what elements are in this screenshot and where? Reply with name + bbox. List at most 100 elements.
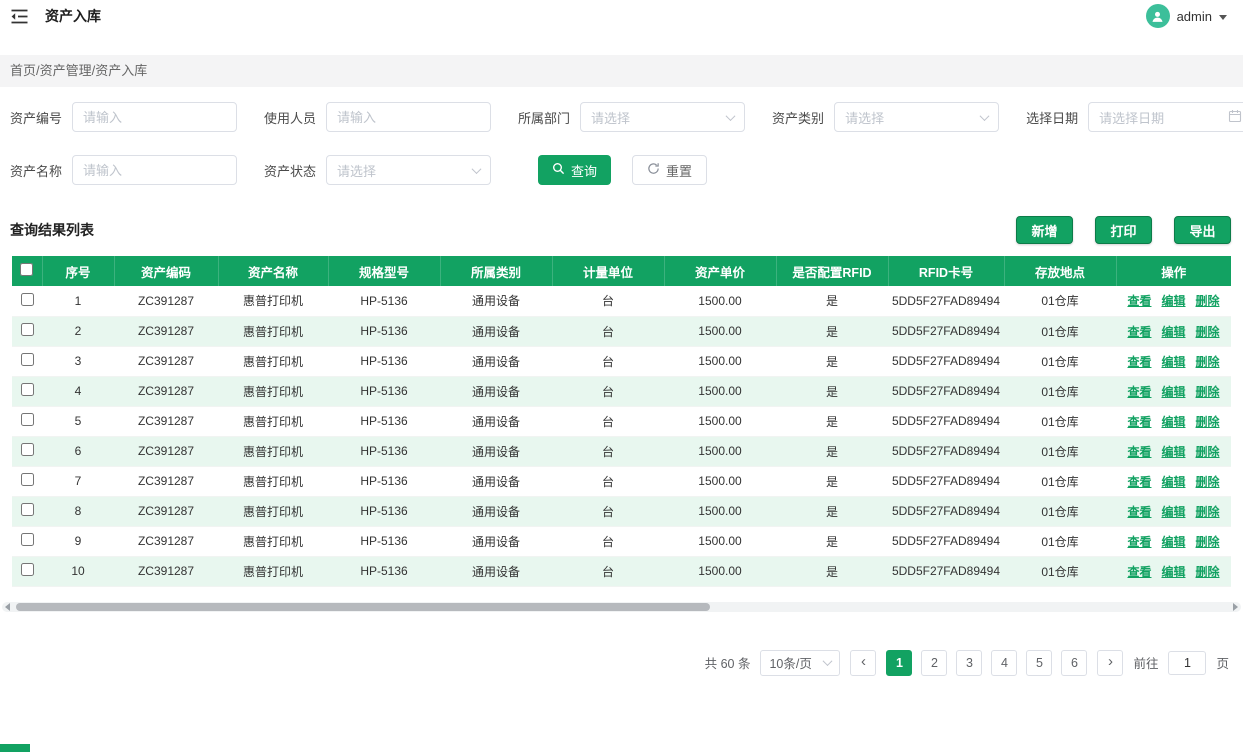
row-action-view[interactable]: 查看 (1127, 445, 1151, 459)
page-button-6[interactable]: 6 (1061, 650, 1087, 676)
scroll-left-icon[interactable] (5, 603, 10, 611)
table-cell: 是 (776, 346, 888, 376)
row-checkbox[interactable] (21, 293, 34, 306)
page-button-1[interactable]: 1 (886, 650, 912, 676)
row-action-view[interactable]: 查看 (1127, 505, 1151, 519)
table-cell: ZC391287 (114, 526, 218, 556)
row-action-edit[interactable]: 编辑 (1161, 445, 1185, 459)
row-action-view[interactable]: 查看 (1127, 535, 1151, 549)
row-checkbox[interactable] (21, 323, 34, 336)
select-all-checkbox[interactable] (20, 263, 33, 276)
row-action-edit[interactable]: 编辑 (1161, 505, 1185, 519)
prev-page-button[interactable]: ‹ (850, 650, 876, 676)
pagination: 共 60 条 10条/页 ‹ 123456 › 前往 页 (14, 650, 1229, 676)
table-cell: HP-5136 (328, 316, 440, 346)
table-cell: 1500.00 (664, 406, 776, 436)
scrollbar-thumb[interactable] (16, 603, 710, 611)
page-button-2[interactable]: 2 (921, 650, 947, 676)
row-action-delete[interactable]: 删除 (1196, 535, 1220, 549)
table-cell: ZC391287 (114, 316, 218, 346)
avatar (1146, 4, 1170, 28)
row-checkbox[interactable] (21, 563, 34, 576)
row-checkbox[interactable] (21, 353, 34, 366)
row-action-delete[interactable]: 删除 (1196, 355, 1220, 369)
row-action-view[interactable]: 查看 (1127, 475, 1151, 489)
row-action-edit[interactable]: 编辑 (1161, 325, 1185, 339)
row-action-view[interactable]: 查看 (1127, 355, 1151, 369)
row-action-view[interactable]: 查看 (1127, 325, 1151, 339)
row-action-edit[interactable]: 编辑 (1161, 475, 1185, 489)
user-input[interactable] (326, 102, 491, 132)
date-picker[interactable]: 请选择日期 (1088, 102, 1243, 132)
row-checkbox-cell (12, 316, 42, 346)
add-button[interactable]: 新增 (1016, 216, 1073, 244)
top-header: 资产入库 admin (0, 0, 1243, 30)
row-checkbox[interactable] (21, 503, 34, 516)
reset-button[interactable]: 重置 (632, 155, 707, 185)
row-action-delete[interactable]: 删除 (1196, 445, 1220, 459)
total-count: 共 60 条 (705, 653, 751, 672)
table-cell: 惠普打印机 (218, 526, 328, 556)
row-checkbox-cell (12, 526, 42, 556)
row-checkbox-cell (12, 436, 42, 466)
table-cell: 台 (552, 526, 664, 556)
column-header: 存放地点 (1004, 256, 1116, 286)
table-cell: 惠普打印机 (218, 436, 328, 466)
page-size-select[interactable]: 10条/页 (760, 650, 840, 676)
scroll-right-icon[interactable] (1233, 603, 1238, 611)
asset-status-select[interactable]: 请选择 (326, 155, 491, 185)
next-page-button[interactable]: › (1097, 650, 1123, 676)
export-button[interactable]: 导出 (1174, 216, 1231, 244)
row-actions-cell: 查看编辑删除 (1116, 496, 1231, 526)
page-button-4[interactable]: 4 (991, 650, 1017, 676)
row-action-view[interactable]: 查看 (1127, 294, 1151, 308)
row-checkbox-cell (12, 406, 42, 436)
table-cell: 是 (776, 406, 888, 436)
row-action-delete[interactable]: 删除 (1196, 415, 1220, 429)
row-action-delete[interactable]: 删除 (1196, 565, 1220, 579)
column-header: 资产名称 (218, 256, 328, 286)
user-menu[interactable]: admin (1146, 4, 1227, 28)
row-action-delete[interactable]: 删除 (1196, 325, 1220, 339)
page-button-5[interactable]: 5 (1026, 650, 1052, 676)
row-action-delete[interactable]: 删除 (1196, 294, 1220, 308)
row-action-delete[interactable]: 删除 (1196, 385, 1220, 399)
table-cell: 5DD5F27FAD89494 (888, 346, 1004, 376)
column-header: 资产编码 (114, 256, 218, 286)
department-select[interactable]: 请选择 (580, 102, 745, 132)
row-checkbox[interactable] (21, 443, 34, 456)
print-button[interactable]: 打印 (1095, 216, 1152, 244)
chevron-down-icon (823, 656, 833, 666)
row-action-edit[interactable]: 编辑 (1161, 294, 1185, 308)
table-cell: 7 (42, 466, 114, 496)
row-action-view[interactable]: 查看 (1127, 415, 1151, 429)
table-cell: 通用设备 (440, 376, 552, 406)
row-action-edit[interactable]: 编辑 (1161, 535, 1185, 549)
row-action-edit[interactable]: 编辑 (1161, 355, 1185, 369)
row-action-edit[interactable]: 编辑 (1161, 385, 1185, 399)
row-action-edit[interactable]: 编辑 (1161, 565, 1185, 579)
asset-category-select[interactable]: 请选择 (834, 102, 999, 132)
table-cell: 惠普打印机 (218, 496, 328, 526)
search-button[interactable]: 查询 (538, 155, 611, 185)
username: admin (1177, 9, 1212, 24)
row-checkbox[interactable] (21, 473, 34, 486)
asset-name-input[interactable] (72, 155, 237, 185)
horizontal-scrollbar[interactable] (2, 602, 1241, 612)
row-action-delete[interactable]: 删除 (1196, 505, 1220, 519)
row-action-view[interactable]: 查看 (1127, 565, 1151, 579)
column-header: RFID卡号 (888, 256, 1004, 286)
row-action-view[interactable]: 查看 (1127, 385, 1151, 399)
goto-page-input[interactable] (1168, 651, 1206, 675)
row-action-edit[interactable]: 编辑 (1161, 415, 1185, 429)
row-checkbox-cell (12, 286, 42, 316)
asset-category-label: 资产类别 (772, 108, 824, 127)
collapse-menu-icon[interactable] (10, 8, 29, 25)
row-checkbox[interactable] (21, 413, 34, 426)
row-checkbox[interactable] (21, 533, 34, 546)
row-action-delete[interactable]: 删除 (1196, 475, 1220, 489)
page-button-3[interactable]: 3 (956, 650, 982, 676)
row-checkbox[interactable] (21, 383, 34, 396)
asset-code-input[interactable] (72, 102, 237, 132)
table-cell: 是 (776, 376, 888, 406)
